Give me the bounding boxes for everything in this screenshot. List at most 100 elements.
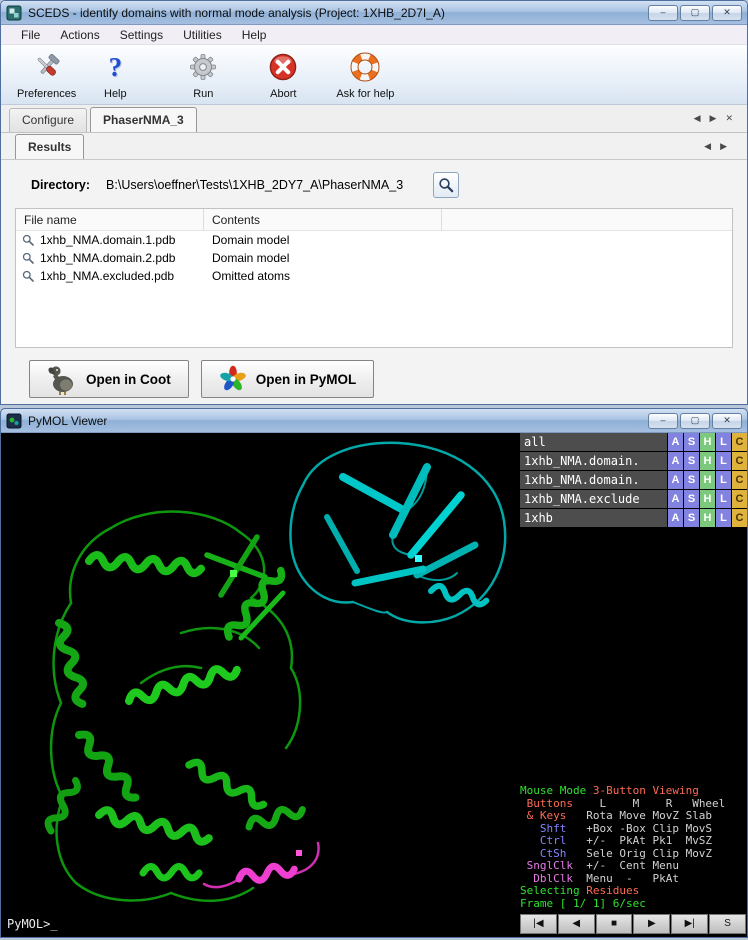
object-button-s[interactable]: S — [684, 509, 699, 527]
preferences-label: Preferences — [17, 88, 76, 100]
result-scroll-right-icon[interactable]: ▶ — [720, 141, 727, 152]
stop-button[interactable]: ■ — [596, 914, 633, 934]
file-name-cell: 1xhb_NMA.domain.2.pdb — [16, 249, 204, 267]
object-button-h[interactable]: H — [700, 433, 715, 451]
file-contents: Omitted atoms — [212, 269, 290, 283]
object-button-l[interactable]: L — [716, 471, 731, 489]
pymol-command-prompt[interactable]: PyMOL>_ — [7, 917, 58, 931]
object-button-l[interactable]: L — [716, 433, 731, 451]
menu-file[interactable]: File — [11, 26, 50, 44]
pymol-titlebar: PyMOL Viewer – ▢ ✕ — [1, 409, 747, 433]
run-label: Run — [193, 88, 213, 100]
object-name[interactable]: 1xhb_NMA.domain. — [520, 452, 667, 470]
scene-button[interactable]: S — [709, 914, 746, 934]
run-button[interactable]: Run — [176, 48, 230, 102]
pymol-maximize-button[interactable]: ▢ — [680, 413, 710, 429]
file-row[interactable]: 1xhb_NMA.domain.2.pdb Domain model — [16, 249, 732, 267]
object-buttons: ASHLC — [668, 452, 747, 470]
object-button-s[interactable]: S — [684, 490, 699, 508]
pymol-close-button[interactable]: ✕ — [712, 413, 742, 429]
help-label: Help — [104, 88, 127, 100]
action-buttons: Open in Coot Open in PyMOL — [29, 360, 747, 398]
preferences-button[interactable]: Preferences — [13, 48, 80, 102]
object-row: allASHLC — [520, 433, 747, 451]
object-button-c[interactable]: C — [732, 433, 747, 451]
open-in-coot-button[interactable]: Open in Coot — [29, 360, 189, 398]
object-button-a[interactable]: A — [668, 452, 683, 470]
open-in-pymol-label: Open in PyMOL — [256, 372, 357, 387]
object-button-s[interactable]: S — [684, 471, 699, 489]
menu-help[interactable]: Help — [232, 26, 277, 44]
object-button-h[interactable]: H — [700, 452, 715, 470]
directory-path: B:\Users\oeffner\Tests\1XHB_2DY7_A\Phase… — [106, 178, 403, 192]
object-button-s[interactable]: S — [684, 452, 699, 470]
step-forward-button[interactable]: ▶| — [671, 914, 708, 934]
pymol-minimize-button[interactable]: – — [648, 413, 678, 429]
object-name[interactable]: 1xhb_NMA.exclude — [520, 490, 667, 508]
object-button-l[interactable]: L — [716, 490, 731, 508]
tab-phasernma-3[interactable]: PhaserNMA_3 — [90, 107, 197, 132]
object-button-l[interactable]: L — [716, 509, 731, 527]
tab-results[interactable]: Results — [15, 134, 84, 159]
tab-scroll-right-icon[interactable]: ▶ — [710, 113, 717, 124]
object-name[interactable]: all — [520, 433, 667, 451]
file-row[interactable]: 1xhb_NMA.domain.1.pdbDomain model — [16, 231, 732, 249]
file-row[interactable]: 1xhb_NMA.excluded.pdbOmitted atoms — [16, 267, 732, 285]
coot-bird-icon — [47, 363, 77, 395]
object-buttons: ASHLC — [668, 433, 747, 451]
object-button-a[interactable]: A — [668, 490, 683, 508]
abort-button[interactable]: Abort — [256, 48, 310, 102]
menu-actions[interactable]: Actions — [50, 26, 109, 44]
close-button[interactable]: ✕ — [712, 5, 742, 21]
ask-for-help-label: Ask for help — [336, 88, 394, 100]
object-button-c[interactable]: C — [732, 452, 747, 470]
object-button-h[interactable]: H — [700, 509, 715, 527]
question-icon: ? — [109, 50, 123, 84]
sceds-window: SCEDS - identify domains with normal mod… — [0, 0, 748, 405]
object-button-a[interactable]: A — [668, 433, 683, 451]
file-row-spacer — [442, 231, 732, 249]
file-contents: Domain model — [212, 233, 289, 247]
column-file-name[interactable]: File name — [16, 209, 204, 230]
object-row: 1xhb_NMA.excludeASHLC — [520, 490, 747, 508]
tab-scroll-left-icon[interactable]: ◀ — [694, 113, 701, 124]
object-button-s[interactable]: S — [684, 433, 699, 451]
menu-settings[interactable]: Settings — [110, 26, 173, 44]
result-tab-bar: Results ◀ ▶ — [1, 133, 747, 160]
tab-configure[interactable]: Configure — [9, 108, 87, 132]
object-button-c[interactable]: C — [732, 490, 747, 508]
rewind-button[interactable]: |◀ — [520, 914, 557, 934]
file-contents-cell: Omitted atoms — [204, 267, 442, 285]
sceds-titlebar: SCEDS - identify domains with normal mod… — [1, 1, 747, 25]
object-name[interactable]: 1xhb — [520, 509, 667, 527]
directory-row: Directory: B:\Users\oeffner\Tests\1XHB_2… — [1, 160, 747, 202]
object-button-c[interactable]: C — [732, 471, 747, 489]
object-button-h[interactable]: H — [700, 471, 715, 489]
object-name[interactable]: 1xhb_NMA.domain. — [520, 471, 667, 489]
column-contents[interactable]: Contents — [204, 209, 442, 230]
minimize-button[interactable]: – — [648, 5, 678, 21]
play-button[interactable]: ▶ — [633, 914, 670, 934]
object-button-a[interactable]: A — [668, 471, 683, 489]
file-table: File name Contents 1xhb_NMA.domain.1.pdb… — [15, 208, 733, 348]
object-button-l[interactable]: L — [716, 452, 731, 470]
browse-directory-button[interactable] — [433, 172, 459, 198]
help-button[interactable]: ? Help — [88, 48, 142, 102]
result-scroll-left-icon[interactable]: ◀ — [704, 141, 711, 152]
menu-utilities[interactable]: Utilities — [173, 26, 232, 44]
object-list: allASHLC1xhb_NMA.domain.ASHLC1xhb_NMA.do… — [520, 433, 747, 527]
open-in-pymol-button[interactable]: Open in PyMOL — [201, 360, 375, 398]
step-back-button[interactable]: ◀ — [558, 914, 595, 934]
object-button-c[interactable]: C — [732, 509, 747, 527]
molecule-viewport[interactable] — [1, 433, 520, 937]
pymol-window-title: PyMOL Viewer — [28, 414, 107, 428]
file-contents: Domain model — [212, 251, 289, 265]
object-row: 1xhb_NMA.domain.ASHLC — [520, 471, 747, 489]
object-button-h[interactable]: H — [700, 490, 715, 508]
ask-for-help-button[interactable]: Ask for help — [332, 48, 398, 102]
object-button-a[interactable]: A — [668, 509, 683, 527]
mouse-panel: Mouse Mode 3-Button Viewing Buttons L M … — [520, 785, 746, 910]
tab-close-icon[interactable]: ✕ — [725, 113, 733, 124]
maximize-button[interactable]: ▢ — [680, 5, 710, 21]
sceds-window-title: SCEDS - identify domains with normal mod… — [28, 6, 445, 20]
